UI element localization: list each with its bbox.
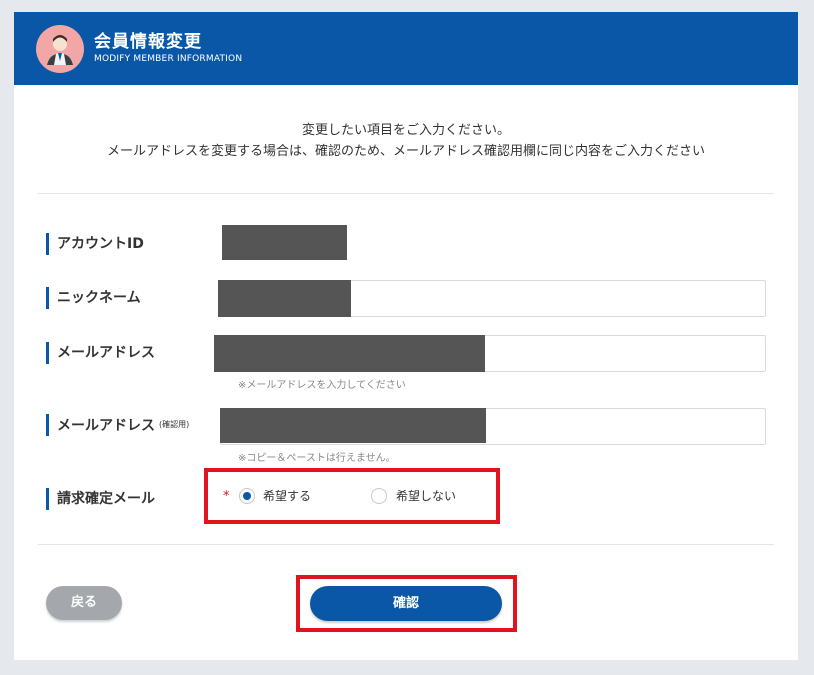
email-label-text: メールアドレス <box>57 345 155 361</box>
billing-mail-yes-label[interactable]: 希望する <box>263 487 311 504</box>
billing-mail-no-radio[interactable] <box>371 488 387 504</box>
email-confirm-label-suffix: (確認用) <box>159 420 190 429</box>
billing-mail-label: 請求確定メール <box>46 488 155 510</box>
nickname-label: ニックネーム <box>46 287 141 309</box>
email-value-redacted <box>214 335 485 372</box>
required-mark: * <box>223 489 230 504</box>
billing-mail-no-label[interactable]: 希望しない <box>396 487 456 504</box>
page-header: 会員情報変更 MODIFY MEMBER INFORMATION <box>14 12 798 85</box>
intro-line-1: 変更したい項目をご入力ください。 <box>301 123 510 138</box>
back-button[interactable]: 戻る <box>46 586 122 620</box>
nickname-value-redacted <box>218 280 351 317</box>
page-title: 会員情報変更 <box>94 32 202 52</box>
top-divider <box>38 193 774 194</box>
page-subtitle: MODIFY MEMBER INFORMATION <box>94 54 243 64</box>
billing-mail-label-text: 請求確定メール <box>57 491 155 507</box>
email-label: メールアドレス <box>46 342 155 364</box>
account-id-label-text: アカウントID <box>57 236 144 252</box>
account-id-label: アカウントID <box>46 233 144 255</box>
account-id-value-redacted <box>222 225 347 260</box>
email-note: ※メールアドレスを入力してください <box>238 380 406 391</box>
member-avatar-icon <box>36 25 84 73</box>
intro-text: 変更したい項目をご入力ください。 メールアドレスを変更する場合は、確認のため、メ… <box>14 120 798 162</box>
confirm-button[interactable]: 確認 <box>310 586 502 621</box>
email-confirm-note: ※コピー＆ペーストは行えません。 <box>238 453 396 464</box>
email-confirm-label: メールアドレス (確認用) <box>46 414 189 436</box>
intro-line-2: メールアドレスを変更する場合は、確認のため、メールアドレス確認用欄に同じ内容をご… <box>106 144 705 159</box>
email-confirm-label-text: メールアドレス <box>57 418 155 434</box>
email-confirm-value-redacted <box>220 408 486 443</box>
member-info-card: 会員情報変更 MODIFY MEMBER INFORMATION 変更したい項目… <box>14 12 798 660</box>
billing-mail-yes-radio[interactable] <box>239 488 255 504</box>
nickname-label-text: ニックネーム <box>57 290 141 306</box>
bottom-divider <box>38 544 774 545</box>
